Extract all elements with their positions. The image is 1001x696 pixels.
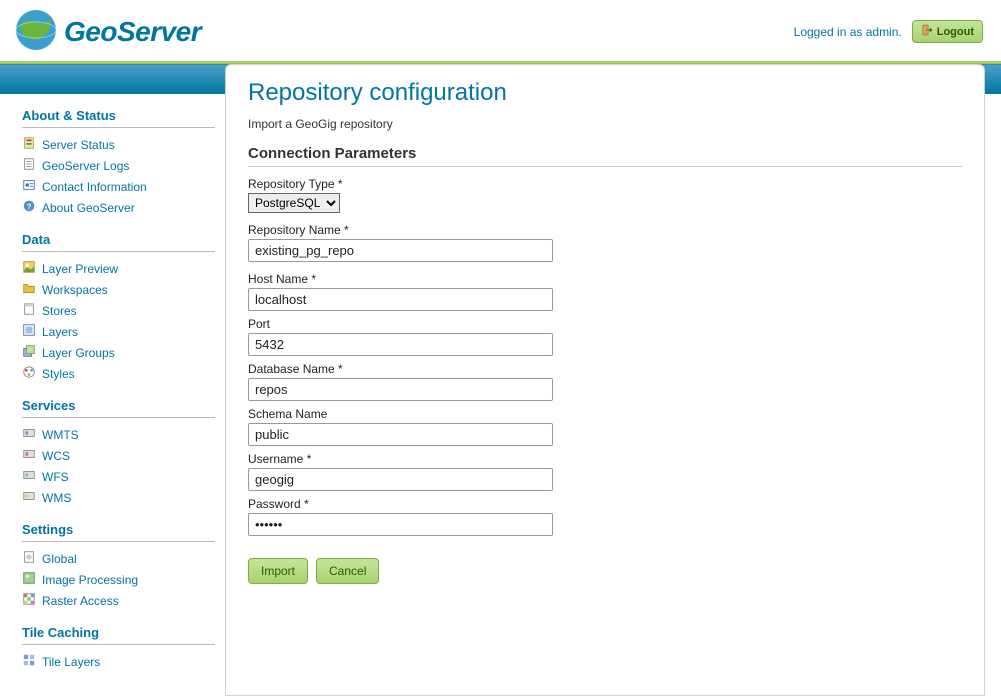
logged-in-link[interactable]: Logged in as admin. bbox=[794, 25, 902, 39]
sidebar-section-settings: Settings bbox=[22, 522, 215, 542]
sidebar-item-layers[interactable]: Layers bbox=[22, 321, 215, 342]
sidebar-item-label: Layers bbox=[42, 325, 78, 339]
sidebar-item-label: Stores bbox=[42, 304, 77, 318]
port-label: Port bbox=[248, 317, 962, 331]
host-name-label: Host Name * bbox=[248, 272, 962, 286]
folder-icon bbox=[22, 281, 36, 298]
header: GeoServer Logged in as admin. Logout bbox=[0, 0, 1001, 61]
sidebar-item-global[interactable]: Global bbox=[22, 548, 215, 569]
sidebar-item-contact-information[interactable]: Contact Information bbox=[22, 176, 215, 197]
database-name-label: Database Name * bbox=[248, 362, 962, 376]
host-name-input[interactable] bbox=[248, 288, 553, 311]
sidebar-item-image-processing[interactable]: Image Processing bbox=[22, 569, 215, 590]
globe-icon bbox=[14, 8, 58, 55]
sidebar-item-workspaces[interactable]: Workspaces bbox=[22, 279, 215, 300]
password-input[interactable] bbox=[248, 513, 553, 536]
schema-name-label: Schema Name bbox=[248, 407, 962, 421]
repo-name-input[interactable] bbox=[248, 239, 553, 262]
page-title: Repository configuration bbox=[248, 79, 962, 107]
sidebar-item-label: Contact Information bbox=[42, 180, 147, 194]
svg-text:?: ? bbox=[27, 203, 32, 212]
sidebar-item-label: Tile Layers bbox=[42, 655, 100, 669]
sidebar-item-label: Server Status bbox=[42, 138, 115, 152]
sidebar-item-label: WMTS bbox=[42, 428, 79, 442]
sidebar-section-tile-caching: Tile Caching bbox=[22, 625, 215, 645]
sidebar-item-about-geoserver[interactable]: ? About GeoServer bbox=[22, 197, 215, 218]
sidebar-section-services: Services bbox=[22, 398, 215, 418]
username-label: Username * bbox=[248, 452, 962, 466]
sidebar-item-label: Styles bbox=[42, 367, 75, 381]
raster-icon bbox=[22, 592, 36, 609]
store-icon bbox=[22, 302, 36, 319]
brand-text: GeoServer bbox=[64, 16, 201, 48]
sidebar-item-wmts[interactable]: WMTS bbox=[22, 424, 215, 445]
service-icon bbox=[22, 468, 36, 485]
cancel-button[interactable]: Cancel bbox=[316, 558, 379, 584]
repo-name-label: Repository Name * bbox=[248, 223, 962, 237]
layer-group-icon bbox=[22, 344, 36, 361]
sidebar-item-wcs[interactable]: WCS bbox=[22, 445, 215, 466]
sidebar-item-label: Raster Access bbox=[42, 594, 119, 608]
sidebar-item-wfs[interactable]: WFS bbox=[22, 466, 215, 487]
sidebar-item-label: WMS bbox=[42, 491, 71, 505]
logout-button[interactable]: Logout bbox=[912, 20, 983, 43]
brand: GeoServer bbox=[14, 8, 201, 55]
port-input[interactable] bbox=[248, 333, 553, 356]
sidebar-item-stores[interactable]: Stores bbox=[22, 300, 215, 321]
status-icon bbox=[22, 136, 36, 153]
sidebar-item-tile-layers[interactable]: Tile Layers bbox=[22, 651, 215, 672]
sidebar-item-label: About GeoServer bbox=[42, 201, 135, 215]
service-icon bbox=[22, 489, 36, 506]
sidebar-item-raster-access[interactable]: Raster Access bbox=[22, 590, 215, 611]
log-icon bbox=[22, 157, 36, 174]
service-icon bbox=[22, 426, 36, 443]
sidebar-item-label: Layer Groups bbox=[42, 346, 115, 360]
preview-icon bbox=[22, 260, 36, 277]
sidebar: About & Status Server Status GeoServer L… bbox=[0, 94, 225, 696]
password-label: Password * bbox=[248, 497, 962, 511]
repo-type-select[interactable]: PostgreSQL bbox=[248, 193, 340, 213]
sidebar-item-layer-preview[interactable]: Layer Preview bbox=[22, 258, 215, 279]
about-icon: ? bbox=[22, 199, 36, 216]
tile-icon bbox=[22, 653, 36, 670]
import-button[interactable]: Import bbox=[248, 558, 308, 584]
sidebar-item-layer-groups[interactable]: Layer Groups bbox=[22, 342, 215, 363]
sidebar-item-label: Image Processing bbox=[42, 573, 138, 587]
sidebar-section-about-status: About & Status bbox=[22, 108, 215, 128]
section-title: Connection Parameters bbox=[248, 145, 962, 167]
logout-label: Logout bbox=[937, 26, 974, 38]
door-icon bbox=[921, 24, 933, 39]
schema-name-input[interactable] bbox=[248, 423, 553, 446]
contact-icon bbox=[22, 178, 36, 195]
service-icon bbox=[22, 447, 36, 464]
sidebar-item-label: WCS bbox=[42, 449, 70, 463]
global-icon bbox=[22, 550, 36, 567]
sidebar-item-label: Layer Preview bbox=[42, 262, 118, 276]
style-icon bbox=[22, 365, 36, 382]
sidebar-item-label: Workspaces bbox=[42, 283, 108, 297]
sidebar-item-label: GeoServer Logs bbox=[42, 159, 129, 173]
sidebar-item-server-status[interactable]: Server Status bbox=[22, 134, 215, 155]
database-name-input[interactable] bbox=[248, 378, 553, 401]
sidebar-section-data: Data bbox=[22, 232, 215, 252]
sidebar-item-geoserver-logs[interactable]: GeoServer Logs bbox=[22, 155, 215, 176]
layer-icon bbox=[22, 323, 36, 340]
username-input[interactable] bbox=[248, 468, 553, 491]
sidebar-item-label: WFS bbox=[42, 470, 69, 484]
sidebar-item-styles[interactable]: Styles bbox=[22, 363, 215, 384]
sidebar-item-wms[interactable]: WMS bbox=[22, 487, 215, 508]
sidebar-item-label: Global bbox=[42, 552, 77, 566]
page-description: Import a GeoGig repository bbox=[248, 117, 962, 131]
content-panel: Repository configuration Import a GeoGig… bbox=[225, 64, 985, 696]
image-icon bbox=[22, 571, 36, 588]
repo-type-label: Repository Type * bbox=[248, 177, 962, 191]
